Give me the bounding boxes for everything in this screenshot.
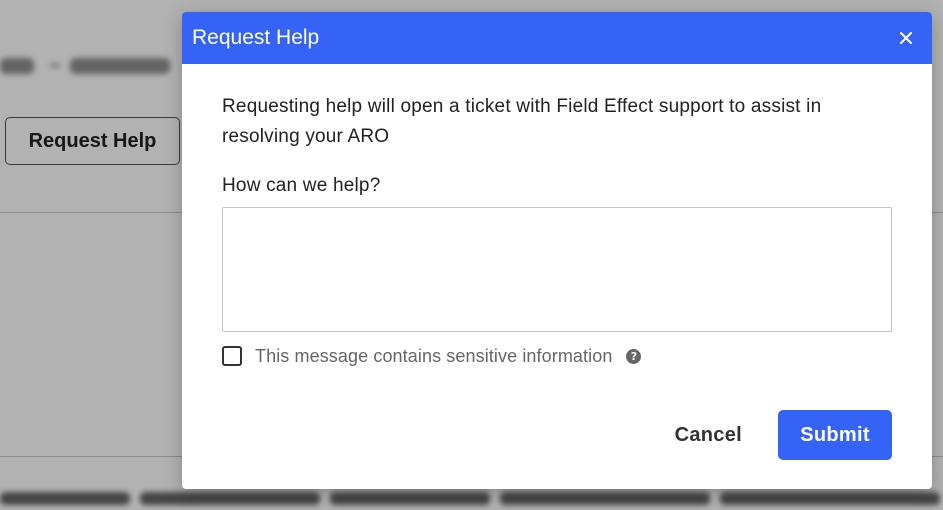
intro-text: Requesting help will open a ticket with …	[222, 96, 822, 147]
sensitive-info-label[interactable]: This message contains sensitive informat…	[255, 346, 612, 367]
dialog-body: Requesting help will open a ticket with …	[182, 64, 932, 368]
cancel-button[interactable]: Cancel	[675, 424, 742, 447]
dialog-title: Request Help	[192, 26, 320, 49]
submit-button[interactable]: Submit	[778, 410, 892, 460]
sensitive-info-row: This message contains sensitive informat…	[222, 344, 892, 368]
dialog-header: Request Help	[182, 12, 932, 64]
help-field-label: How can we help?	[222, 175, 381, 196]
request-help-dialog: Request Help Requesting help will open a…	[182, 12, 932, 489]
close-icon[interactable]	[895, 27, 917, 49]
help-message-textarea[interactable]	[222, 207, 892, 332]
sensitive-info-checkbox[interactable]	[222, 346, 242, 366]
dialog-footer: Cancel Submit	[675, 410, 892, 460]
question-circle-icon[interactable]: ?	[626, 348, 642, 364]
